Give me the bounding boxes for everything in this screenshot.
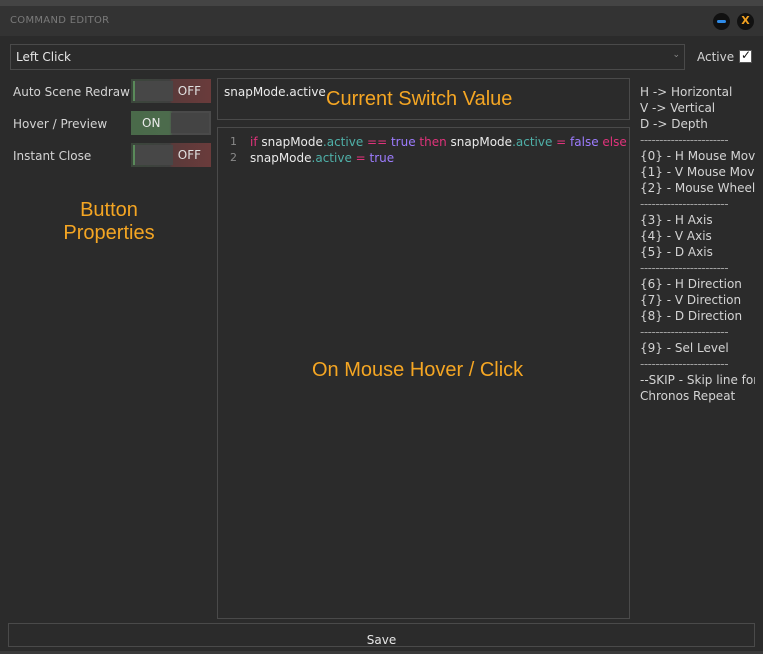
legend-item: {9} - Sel Level — [640, 341, 729, 355]
legend-item: {6} - H Direction — [640, 277, 742, 291]
active-label: Active — [697, 50, 735, 64]
save-button[interactable]: Save — [8, 623, 755, 647]
check-icon: ✓ — [741, 48, 752, 62]
code-token: false — [570, 135, 599, 149]
auto-scene-redraw-toggle[interactable]: OFF — [131, 79, 211, 103]
code-token: else — [598, 135, 627, 149]
toggle-knob — [171, 113, 209, 133]
code-token: if — [250, 135, 262, 149]
code-token: then — [415, 135, 451, 149]
toggle-knob — [133, 145, 173, 165]
trigger-selected-value: Left Click — [16, 50, 71, 64]
annotation-line: Button — [80, 199, 138, 221]
legend-separator: ----------------------- — [640, 261, 729, 275]
save-button-label: Save — [366, 633, 397, 647]
window-title: COMMAND EDITOR — [10, 15, 110, 26]
legend-item: {7} - V Direction — [640, 293, 742, 307]
legend-item: {8} - D Direction — [640, 309, 743, 323]
legend-item: {1} - V Mouse Move — [640, 165, 755, 179]
close-icon: X — [741, 14, 750, 27]
chevron-down-icon: ⌄ — [672, 50, 680, 60]
legend-item: --SKIP - Skip line for — [640, 373, 755, 387]
code-token: == — [363, 135, 391, 149]
trigger-dropdown[interactable]: Left Click ⌄ — [10, 44, 685, 70]
code-token: true — [369, 151, 395, 165]
current-switch-value-annotation: Current Switch Value — [326, 88, 513, 110]
legend-separator: ----------------------- — [640, 325, 729, 339]
legend-item: {5} - D Axis — [640, 245, 713, 259]
minimize-icon — [717, 20, 726, 23]
toggle-knob — [133, 81, 173, 101]
legend-separator: ----------------------- — [640, 133, 729, 147]
instant-close-label: Instant Close — [13, 149, 92, 163]
active-checkbox[interactable]: ✓ — [739, 48, 752, 63]
code-token: .active — [512, 135, 553, 149]
instant-close-toggle[interactable]: OFF — [131, 143, 211, 167]
annotation-line: Properties — [63, 222, 155, 244]
hover-preview-toggle[interactable]: ON — [131, 111, 211, 135]
toggle-state: ON — [142, 116, 161, 130]
close-button[interactable]: X — [737, 13, 754, 30]
toggle-state: OFF — [177, 84, 201, 98]
code-token: true — [390, 135, 416, 149]
code-token: .active — [322, 135, 364, 149]
legend-item: Chronos Repeat — [640, 389, 736, 403]
minimize-button[interactable] — [713, 13, 730, 30]
legend-separator: ----------------------- — [640, 197, 729, 211]
code-token: = — [552, 135, 571, 149]
legend-item: {3} - H Axis — [640, 213, 713, 227]
code-token: snapMode — [261, 135, 323, 149]
line-number: 2 — [230, 151, 237, 164]
on-mouse-hover-annotation: On Mouse Hover / Click — [312, 359, 524, 381]
code-token: .active — [311, 151, 352, 165]
placeholder-legend: H -> Horizontal V -> Vertical D -> Depth… — [640, 84, 755, 404]
code-text: if snapMode.active == true then snapMode… — [250, 135, 627, 149]
legend-item: V -> Vertical — [640, 101, 716, 115]
legend-item: {4} - V Axis — [640, 229, 712, 243]
legend-item: H -> Horizontal — [640, 85, 733, 99]
hover-preview-label: Hover / Preview — [13, 117, 108, 131]
legend-item: {2} - Mouse Wheel — [640, 181, 755, 195]
line-number: 1 — [230, 135, 237, 148]
button-properties-annotation: Button Properties — [20, 199, 198, 245]
legend-separator: ----------------------- — [640, 357, 729, 371]
legend-item: {0} - H Mouse Move — [640, 149, 755, 163]
code-token: snapMode — [450, 135, 513, 149]
switch-value-text: snapMode.active — [224, 85, 326, 99]
toggle-state: OFF — [177, 148, 201, 162]
auto-scene-redraw-label: Auto Scene Redraw — [13, 85, 130, 99]
code-text: snapMode.active = true — [250, 151, 394, 165]
legend-item: D -> Depth — [640, 117, 708, 131]
code-token: snapMode — [250, 151, 312, 165]
title-bar: COMMAND EDITOR X — [0, 6, 763, 36]
code-token: = — [351, 151, 370, 165]
